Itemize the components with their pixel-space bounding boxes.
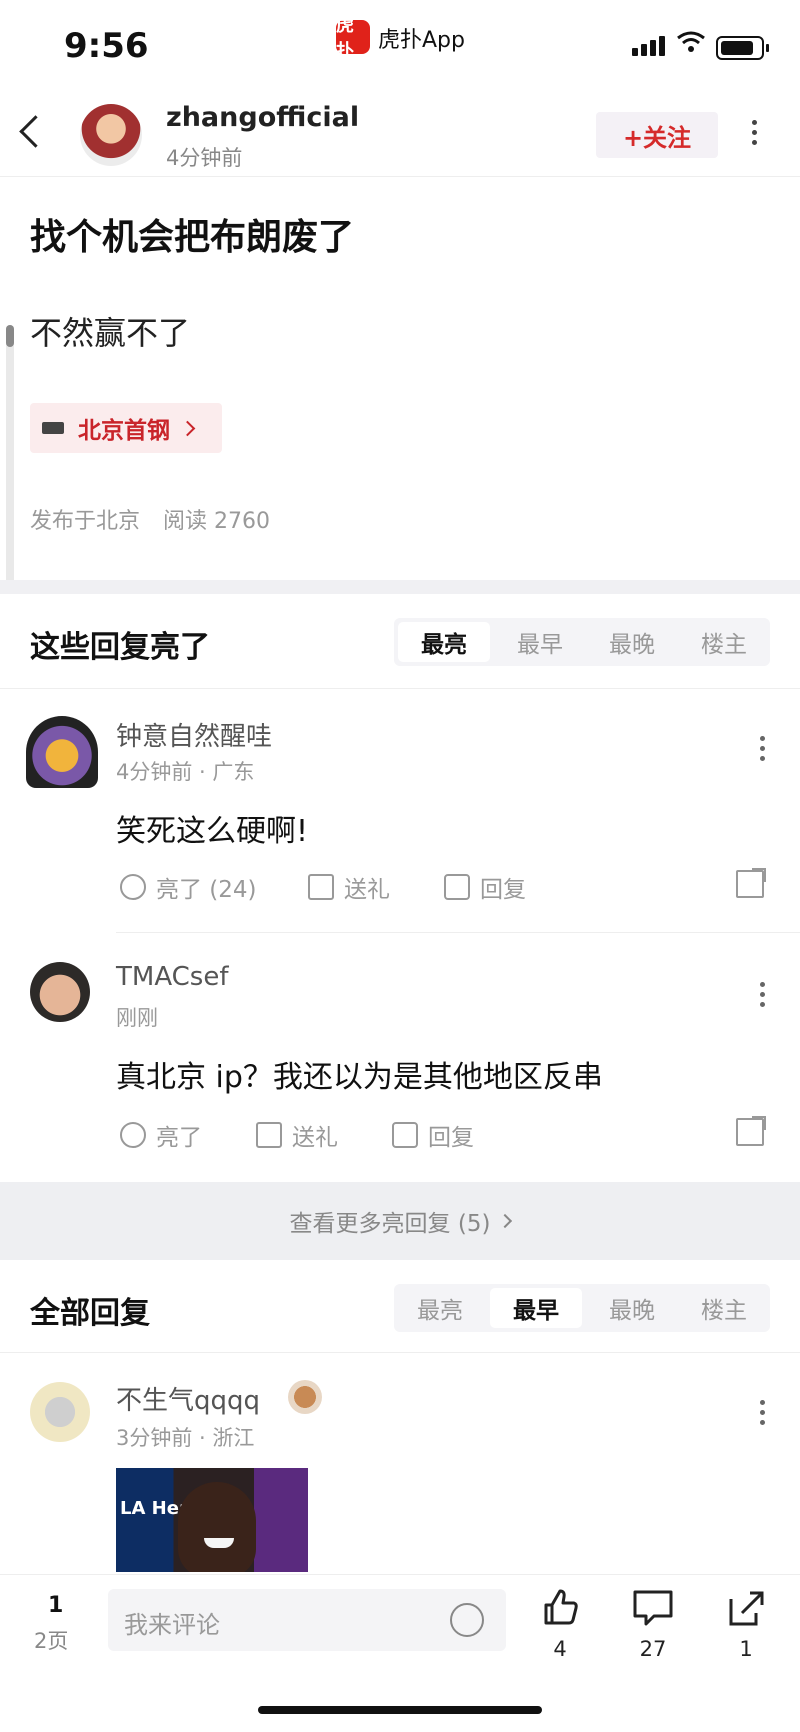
section-title-highlight: 这些回复亮了 [30, 630, 210, 665]
topic-tag-label: 北京首钢 [78, 418, 170, 444]
more-highlight-label: 查看更多亮回复 (5) [289, 1211, 491, 1237]
comment-input[interactable]: 我来评论 [108, 1589, 506, 1651]
battery-icon [716, 36, 769, 60]
light-button[interactable]: 亮了 (24) [120, 870, 257, 904]
post-header: zhangofficial 4分钟前 +关注 [0, 90, 800, 177]
more-highlight-replies[interactable]: 查看更多亮回复 (5) [0, 1182, 800, 1260]
comment-avatar[interactable] [30, 1382, 90, 1442]
reply-label: 回复 [428, 1125, 474, 1151]
post-body: 不然赢不了 [30, 314, 191, 352]
like-button[interactable] [540, 1587, 580, 1631]
comment-count: 27 [639, 1637, 667, 1661]
tab-earliest[interactable]: 最早 [494, 618, 586, 666]
comment-input-placeholder: 我来评论 [124, 1611, 220, 1639]
share-icon [729, 1591, 764, 1626]
lightbulb-icon [120, 1122, 146, 1148]
scroll-indicator[interactable] [6, 325, 14, 590]
more-icon[interactable] [752, 120, 760, 150]
sort-tabs-all: 最亮 最早 最晚 楼主 [394, 1284, 770, 1332]
tab-brightest[interactable]: 最亮 [398, 622, 490, 662]
signal-icon [632, 36, 668, 56]
gift-icon [256, 1122, 282, 1148]
reply-label: 回复 [480, 877, 526, 903]
page-number[interactable]: 1 [48, 1593, 63, 1618]
edit-icon [392, 1122, 418, 1148]
back-icon[interactable] [19, 115, 52, 148]
light-label: 亮了 (24) [156, 877, 257, 903]
comment-avatar[interactable] [26, 716, 98, 788]
sort-tabs-highlight: 最亮 最早 最晚 楼主 [394, 618, 770, 666]
wifi-icon [676, 30, 706, 58]
share-count: 1 [739, 1637, 753, 1661]
tab-brightest[interactable]: 最亮 [394, 1284, 486, 1332]
gift-label: 送礼 [344, 877, 390, 903]
page-total[interactable]: 2页 [34, 1625, 68, 1655]
comment-icon [633, 1590, 673, 1626]
share-button[interactable] [728, 1589, 766, 1631]
light-button[interactable]: 亮了 [120, 1118, 202, 1152]
tab-latest[interactable]: 最晚 [586, 618, 678, 666]
comment-more-icon[interactable] [760, 982, 768, 1012]
app-logo: 虎扑 [336, 15, 370, 62]
comment-more-icon[interactable] [760, 1400, 768, 1430]
comment-text: 笑死这么硬啊! [116, 814, 309, 849]
reply-button[interactable]: 回复 [392, 1118, 474, 1152]
post-meta: 发布于北京 阅读 2760 [30, 503, 286, 535]
comment-username[interactable]: 钟意自然醒哇 [116, 716, 272, 753]
author-name[interactable]: zhangofficial [166, 102, 359, 133]
section-title-all: 全部回复 [30, 1296, 150, 1331]
post-location: 发布于北京 [30, 509, 141, 534]
badge-icon [288, 1380, 322, 1414]
team-icon [42, 422, 64, 434]
section-separator [0, 580, 800, 594]
home-indicator[interactable] [258, 1706, 542, 1714]
app-name: 虎扑App [378, 28, 465, 53]
tab-latest[interactable]: 最晚 [586, 1284, 678, 1332]
comment-meta: 4分钟前 · 广东 [116, 760, 255, 784]
divider [0, 1352, 800, 1353]
comment-avatar[interactable] [30, 962, 90, 1022]
share-icon[interactable] [736, 868, 766, 898]
share-icon[interactable] [736, 1116, 766, 1146]
tab-earliest[interactable]: 最早 [490, 1288, 582, 1328]
lightbulb-icon [120, 874, 146, 900]
light-label: 亮了 [156, 1125, 202, 1151]
comment-more-icon[interactable] [760, 736, 768, 766]
gift-button[interactable]: 送礼 [256, 1118, 338, 1152]
gift-button[interactable]: 送礼 [308, 870, 390, 904]
comment-image[interactable]: LA Health [116, 1468, 308, 1572]
comment-username[interactable]: 不生气qqqq [116, 1380, 260, 1417]
status-bar: 9:56 虎扑 虎扑App [0, 0, 800, 90]
topic-tag[interactable]: 北京首钢 [30, 403, 222, 453]
follow-button[interactable]: +关注 [596, 112, 718, 158]
comment-meta: 3分钟前 · 浙江 [116, 1426, 255, 1450]
tab-op-only[interactable]: 楼主 [678, 618, 770, 666]
divider [116, 932, 800, 933]
edit-icon [444, 874, 470, 900]
reply-button[interactable]: 回复 [444, 870, 526, 904]
thumbs-up-icon [544, 1589, 578, 1625]
chevron-right-icon [179, 420, 196, 436]
author-avatar[interactable] [80, 104, 142, 166]
comment-text: 真北京 ip？我还以为是其他地区反串 [116, 1060, 603, 1095]
chevron-right-icon [498, 1213, 513, 1229]
emoji-icon[interactable] [450, 1603, 484, 1637]
status-time: 9:56 [64, 26, 149, 66]
tab-op-only[interactable]: 楼主 [678, 1284, 770, 1332]
post-read-count: 阅读 2760 [163, 509, 270, 534]
post-time: 4分钟前 [166, 146, 243, 170]
gift-label: 送礼 [292, 1125, 338, 1151]
post-title: 找个机会把布朗废了 [30, 217, 355, 258]
comment-button[interactable] [632, 1589, 674, 1631]
gift-icon [308, 874, 334, 900]
comment-meta: 刚刚 [116, 1006, 158, 1030]
like-count: 4 [553, 1637, 567, 1661]
divider [0, 688, 800, 689]
comment-username[interactable]: TMACsef [116, 962, 229, 992]
